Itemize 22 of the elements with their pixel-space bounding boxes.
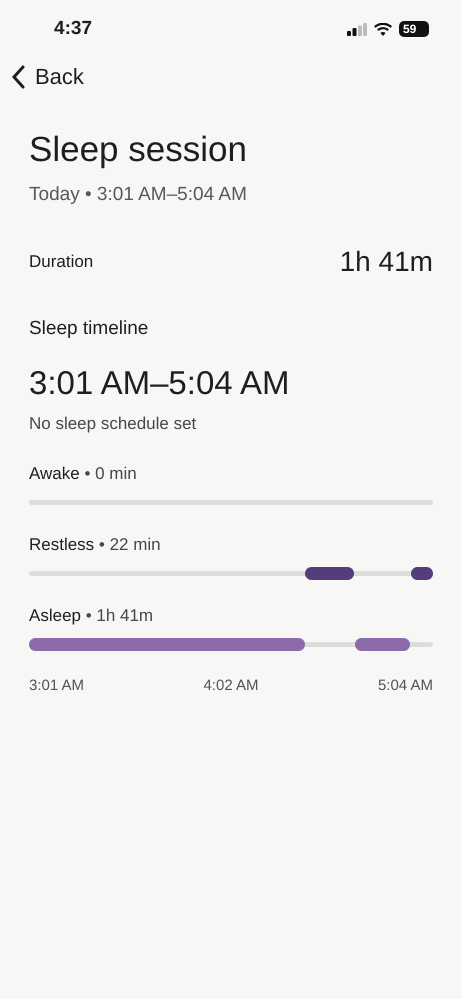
section-heading: Sleep timeline (29, 318, 150, 340)
stage-segment (410, 567, 433, 580)
status-time: 4:37 (54, 18, 92, 40)
axis-label: 4:02 AM (203, 677, 259, 694)
stage-label: Restless • 22 min (29, 535, 162, 555)
axis-label: 5:04 AM (378, 677, 433, 694)
stage-label: Awake • 0 min (29, 464, 138, 484)
duration-label: Duration (29, 252, 94, 272)
battery-level: 59 (399, 21, 429, 37)
page-title: Sleep session (29, 130, 248, 170)
stage-segment (304, 567, 354, 580)
stage-segment (355, 638, 410, 651)
schedule-note: No sleep schedule set (29, 414, 198, 434)
axis-label: 3:01 AM (29, 677, 84, 694)
time-range: 3:01 AM–5:04 AM (29, 364, 291, 402)
duration-value: 1h 41m (340, 246, 433, 278)
stage-label: Asleep • 1h 41m (29, 606, 154, 626)
wifi-icon (374, 22, 392, 36)
back-button[interactable]: Back (11, 64, 84, 90)
signal-icon (347, 22, 367, 36)
back-chevron-icon (11, 65, 25, 89)
session-subtitle: Today • 3:01 AM–5:04 AM (29, 184, 248, 206)
